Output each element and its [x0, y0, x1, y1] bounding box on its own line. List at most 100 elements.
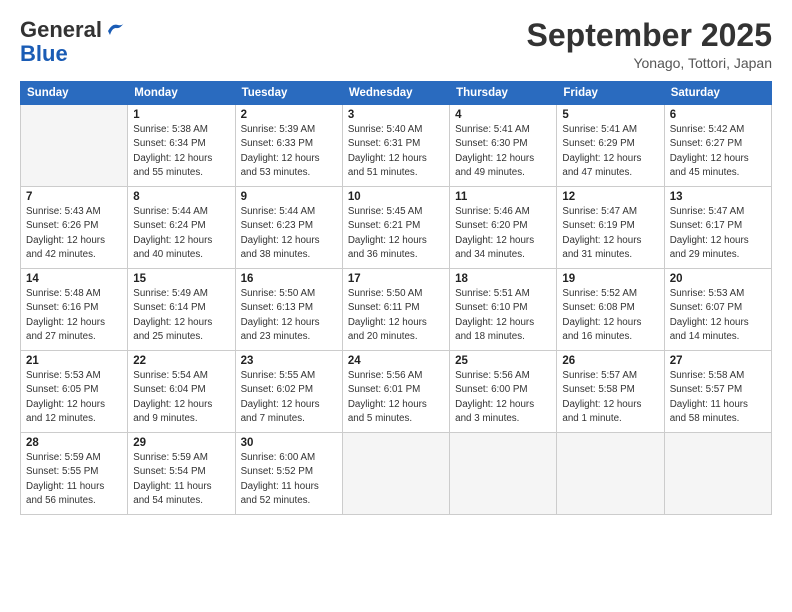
day-number: 5 [562, 109, 658, 121]
day-number: 2 [241, 109, 337, 121]
day-number: 28 [26, 437, 122, 449]
day-info: Sunrise: 5:42 AM Sunset: 6:27 PM Dayligh… [670, 123, 766, 180]
col-tuesday: Tuesday [235, 82, 342, 105]
day-info: Sunrise: 5:59 AM Sunset: 5:54 PM Dayligh… [133, 451, 229, 508]
month-title: September 2025 [527, 18, 772, 53]
day-number: 15 [133, 273, 229, 285]
table-row: 22 Sunrise: 5:54 AM Sunset: 6:04 PM Dayli… [128, 351, 235, 433]
header: General Blue September 2025 Yonago, Tott… [20, 18, 772, 71]
table-row: 30Sunrise: 6:00 AM Sunset: 5:52 PM Dayli… [235, 433, 342, 515]
location: Yonago, Tottori, Japan [527, 55, 772, 71]
logo-bird-icon [104, 21, 126, 39]
day-number: 16 [241, 273, 337, 285]
col-wednesday: Wednesday [342, 82, 449, 105]
table-row: 8 Sunrise: 5:44 AM Sunset: 6:24 PM Daylig… [128, 187, 235, 269]
day-info: Sunrise: 5:56 AM Sunset: 6:00 PM Dayligh… [455, 369, 551, 426]
day-info: Sunrise: 5:48 AM Sunset: 6:16 PM Dayligh… [26, 287, 122, 344]
table-row: 4Sunrise: 5:41 AM Sunset: 6:30 PM Daylig… [450, 105, 557, 187]
page: General Blue September 2025 Yonago, Tott… [0, 0, 792, 612]
col-friday: Friday [557, 82, 664, 105]
logo-general: General [20, 17, 102, 42]
calendar-header-row: Sunday Monday Tuesday Wednesday Thursday… [21, 82, 772, 105]
table-row: 26 Sunrise: 5:57 AM Sunset: 5:58 PM Dayli… [557, 351, 664, 433]
day-number: 6 [670, 109, 766, 121]
day-info: Sunrise: 5:40 AM Sunset: 6:31 PM Dayligh… [348, 123, 444, 180]
day-number: 21 [26, 355, 122, 367]
day-info: Sunrise: 5:45 AM Sunset: 6:21 PM Dayligh… [348, 205, 444, 262]
day-info: Sunrise: 5:52 AM Sunset: 6:08 PM Dayligh… [562, 287, 658, 344]
day-number: 23 [241, 355, 337, 367]
table-row: 10 Sunrise: 5:45 AM Sunset: 6:21 PM Dayli… [342, 187, 449, 269]
title-block: September 2025 Yonago, Tottori, Japan [527, 18, 772, 71]
logo: General Blue [20, 18, 126, 66]
col-saturday: Saturday [664, 82, 771, 105]
table-row: 29 Sunrise: 5:59 AM Sunset: 5:54 PM Dayli… [128, 433, 235, 515]
day-number: 8 [133, 191, 229, 203]
calendar-week-row: 1Sunrise: 5:38 AM Sunset: 6:34 PM Daylig… [21, 105, 772, 187]
col-monday: Monday [128, 82, 235, 105]
day-number: 9 [241, 191, 337, 203]
day-number: 29 [133, 437, 229, 449]
day-number: 13 [670, 191, 766, 203]
day-number: 7 [26, 191, 122, 203]
day-info: Sunrise: 5:49 AM Sunset: 6:14 PM Dayligh… [133, 287, 229, 344]
table-row: 14 Sunrise: 5:48 AM Sunset: 6:16 PM Dayli… [21, 269, 128, 351]
table-row [664, 433, 771, 515]
table-row: 6 Sunrise: 5:42 AM Sunset: 6:27 PM Daylig… [664, 105, 771, 187]
table-row: 5 Sunrise: 5:41 AM Sunset: 6:29 PM Daylig… [557, 105, 664, 187]
logo-text: General [20, 18, 102, 42]
calendar-week-row: 7 Sunrise: 5:43 AM Sunset: 6:26 PM Daylig… [21, 187, 772, 269]
day-number: 22 [133, 355, 229, 367]
day-number: 20 [670, 273, 766, 285]
table-row: 20 Sunrise: 5:53 AM Sunset: 6:07 PM Dayli… [664, 269, 771, 351]
calendar-week-row: 21 Sunrise: 5:53 AM Sunset: 6:05 PM Dayli… [21, 351, 772, 433]
day-number: 24 [348, 355, 444, 367]
day-info: Sunrise: 5:53 AM Sunset: 6:05 PM Dayligh… [26, 369, 122, 426]
day-number: 14 [26, 273, 122, 285]
table-row [557, 433, 664, 515]
table-row: 24 Sunrise: 5:56 AM Sunset: 6:01 PM Dayli… [342, 351, 449, 433]
day-info: Sunrise: 5:41 AM Sunset: 6:29 PM Dayligh… [562, 123, 658, 180]
table-row: 23 Sunrise: 5:55 AM Sunset: 6:02 PM Dayli… [235, 351, 342, 433]
day-number: 4 [455, 109, 551, 121]
day-info: Sunrise: 5:39 AM Sunset: 6:33 PM Dayligh… [241, 123, 337, 180]
day-number: 26 [562, 355, 658, 367]
table-row: 3 Sunrise: 5:40 AM Sunset: 6:31 PM Daylig… [342, 105, 449, 187]
table-row [342, 433, 449, 515]
day-number: 10 [348, 191, 444, 203]
day-info: Sunrise: 5:53 AM Sunset: 6:07 PM Dayligh… [670, 287, 766, 344]
calendar-week-row: 28 Sunrise: 5:59 AM Sunset: 5:55 PM Dayli… [21, 433, 772, 515]
day-info: Sunrise: 6:00 AM Sunset: 5:52 PM Dayligh… [241, 451, 337, 508]
day-number: 18 [455, 273, 551, 285]
col-thursday: Thursday [450, 82, 557, 105]
day-number: 3 [348, 109, 444, 121]
table-row: 13 Sunrise: 5:47 AM Sunset: 6:17 PM Dayli… [664, 187, 771, 269]
table-row: 27Sunrise: 5:58 AM Sunset: 5:57 PM Dayli… [664, 351, 771, 433]
table-row [21, 105, 128, 187]
day-number: 27 [670, 355, 766, 367]
day-info: Sunrise: 5:54 AM Sunset: 6:04 PM Dayligh… [133, 369, 229, 426]
calendar-week-row: 14 Sunrise: 5:48 AM Sunset: 6:16 PM Dayli… [21, 269, 772, 351]
day-number: 25 [455, 355, 551, 367]
logo-blue: Blue [20, 42, 68, 66]
day-info: Sunrise: 5:47 AM Sunset: 6:19 PM Dayligh… [562, 205, 658, 262]
table-row: 16Sunrise: 5:50 AM Sunset: 6:13 PM Dayli… [235, 269, 342, 351]
day-info: Sunrise: 5:51 AM Sunset: 6:10 PM Dayligh… [455, 287, 551, 344]
table-row: 28 Sunrise: 5:59 AM Sunset: 5:55 PM Dayli… [21, 433, 128, 515]
day-number: 11 [455, 191, 551, 203]
table-row: 21 Sunrise: 5:53 AM Sunset: 6:05 PM Dayli… [21, 351, 128, 433]
day-info: Sunrise: 5:47 AM Sunset: 6:17 PM Dayligh… [670, 205, 766, 262]
table-row: 19 Sunrise: 5:52 AM Sunset: 6:08 PM Dayli… [557, 269, 664, 351]
table-row: 11Sunrise: 5:46 AM Sunset: 6:20 PM Dayli… [450, 187, 557, 269]
day-info: Sunrise: 5:44 AM Sunset: 6:24 PM Dayligh… [133, 205, 229, 262]
day-info: Sunrise: 5:59 AM Sunset: 5:55 PM Dayligh… [26, 451, 122, 508]
day-info: Sunrise: 5:50 AM Sunset: 6:11 PM Dayligh… [348, 287, 444, 344]
day-info: Sunrise: 5:55 AM Sunset: 6:02 PM Dayligh… [241, 369, 337, 426]
table-row: 2 Sunrise: 5:39 AM Sunset: 6:33 PM Daylig… [235, 105, 342, 187]
table-row: 1Sunrise: 5:38 AM Sunset: 6:34 PM Daylig… [128, 105, 235, 187]
day-info: Sunrise: 5:57 AM Sunset: 5:58 PM Dayligh… [562, 369, 658, 426]
day-info: Sunrise: 5:56 AM Sunset: 6:01 PM Dayligh… [348, 369, 444, 426]
day-number: 19 [562, 273, 658, 285]
day-info: Sunrise: 5:43 AM Sunset: 6:26 PM Dayligh… [26, 205, 122, 262]
table-row: 7 Sunrise: 5:43 AM Sunset: 6:26 PM Daylig… [21, 187, 128, 269]
